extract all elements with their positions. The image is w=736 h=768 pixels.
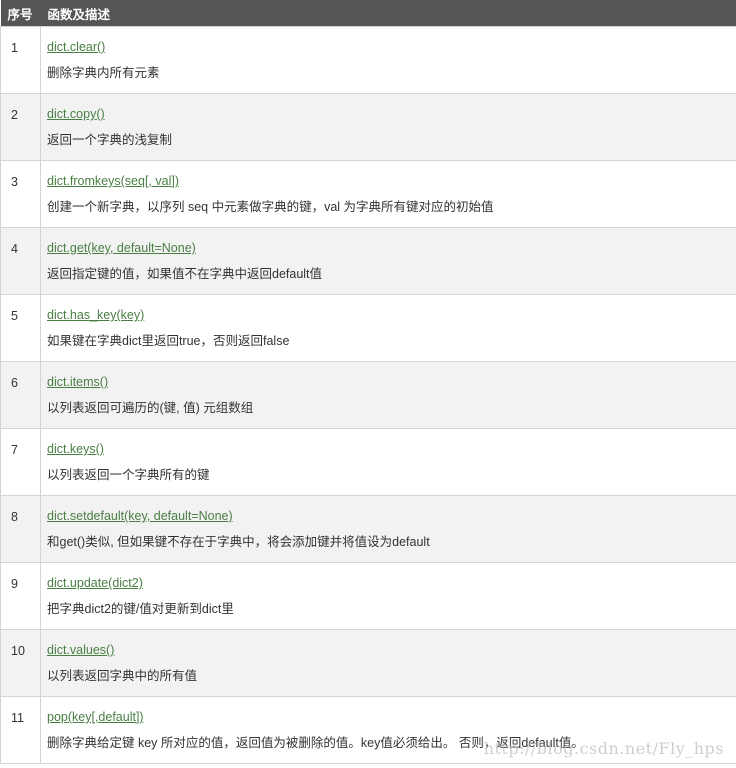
function-description: 把字典dict2的键/值对更新到dict里 <box>47 602 234 616</box>
row-content: dict.items() 以列表返回可遍历的(键, 值) 元组数组 <box>40 361 736 429</box>
function-link[interactable]: dict.items() <box>47 374 730 390</box>
function-link[interactable]: dict.get(key, default=None) <box>47 240 730 256</box>
header-function-description: 函数及描述 <box>40 0 736 27</box>
function-link[interactable]: dict.fromkeys(seq[, val]) <box>47 173 730 189</box>
row-content: dict.keys() 以列表返回一个字典所有的键 <box>40 428 736 496</box>
dict-methods-table: 序号 函数及描述 1 dict.clear() 删除字典内所有元素 2 dict.cop… <box>0 0 736 764</box>
function-link[interactable]: dict.values() <box>47 642 730 658</box>
function-description: 返回指定键的值，如果值不在字典中返回default值 <box>47 267 323 281</box>
row-index: 6 <box>0 361 41 429</box>
table-row: 6 dict.items() 以列表返回可遍历的(键, 值) 元组数组 <box>0 361 736 429</box>
row-index: 2 <box>0 93 41 161</box>
row-index: 7 <box>0 428 41 496</box>
row-index: 3 <box>0 160 41 228</box>
function-description: 删除字典内所有元素 <box>47 66 160 80</box>
row-index: 11 <box>0 696 41 764</box>
function-description: 如果键在字典dict里返回true，否则返回false <box>47 334 290 348</box>
row-content: dict.values() 以列表返回字典中的所有值 <box>40 629 736 697</box>
row-index: 5 <box>0 294 41 362</box>
function-description: 以列表返回可遍历的(键, 值) 元组数组 <box>47 401 254 415</box>
function-link[interactable]: dict.update(dict2) <box>47 575 730 591</box>
table-row: 3 dict.fromkeys(seq[, val]) 创建一个新字典，以序列 se… <box>0 160 736 228</box>
row-content: dict.get(key, default=None) 返回指定键的值，如果值不在… <box>40 227 736 295</box>
function-link[interactable]: dict.setdefault(key, default=None) <box>47 508 730 524</box>
table-row: 8 dict.setdefault(key, default=None) 和get(… <box>0 495 736 563</box>
row-index: 1 <box>0 26 41 94</box>
row-content: dict.update(dict2) 把字典dict2的键/值对更新到dict里 <box>40 562 736 630</box>
row-content: dict.setdefault(key, default=None) 和get()… <box>40 495 736 563</box>
table-row: 7 dict.keys() 以列表返回一个字典所有的键 <box>0 428 736 496</box>
function-description: 返回一个字典的浅复制 <box>47 133 173 147</box>
table-row: 5 dict.has_key(key) 如果键在字典dict里返回true，否则返回… <box>0 294 736 362</box>
table-row: 11 pop(key[,default]) 删除字典给定键 key 所对应的值，返回… <box>0 696 736 764</box>
table-row: 1 dict.clear() 删除字典内所有元素 <box>0 26 736 94</box>
function-description: 和get()类似, 但如果键不存在于字典中，将会添加键并将值设为default <box>47 535 430 549</box>
function-description: 以列表返回一个字典所有的键 <box>47 468 210 482</box>
table-row: 9 dict.update(dict2) 把字典dict2的键/值对更新到dict里 <box>0 562 736 630</box>
header-index: 序号 <box>0 0 41 27</box>
function-link[interactable]: dict.clear() <box>47 39 730 55</box>
table-header-row: 序号 函数及描述 <box>0 0 736 27</box>
function-link[interactable]: dict.keys() <box>47 441 730 457</box>
row-index: 4 <box>0 227 41 295</box>
table-row: 4 dict.get(key, default=None) 返回指定键的值，如果值不… <box>0 227 736 295</box>
function-link[interactable]: dict.has_key(key) <box>47 307 730 323</box>
row-content: dict.has_key(key) 如果键在字典dict里返回true，否则返回f… <box>40 294 736 362</box>
function-description: 以列表返回字典中的所有值 <box>47 669 198 683</box>
row-content: dict.copy() 返回一个字典的浅复制 <box>40 93 736 161</box>
row-index: 9 <box>0 562 41 630</box>
row-content: pop(key[,default]) 删除字典给定键 key 所对应的值，返回值为… <box>40 696 736 764</box>
function-description: 创建一个新字典，以序列 seq 中元素做字典的键，val 为字典所有键对应的初始… <box>47 200 494 214</box>
function-description: 删除字典给定键 key 所对应的值，返回值为被删除的值。key值必须给出。 否则… <box>47 736 584 750</box>
function-link[interactable]: dict.copy() <box>47 106 730 122</box>
table-row: 10 dict.values() 以列表返回字典中的所有值 <box>0 629 736 697</box>
row-index: 10 <box>0 629 41 697</box>
row-index: 8 <box>0 495 41 563</box>
table-row: 2 dict.copy() 返回一个字典的浅复制 <box>0 93 736 161</box>
function-link[interactable]: pop(key[,default]) <box>47 709 730 725</box>
row-content: dict.clear() 删除字典内所有元素 <box>40 26 736 94</box>
row-content: dict.fromkeys(seq[, val]) 创建一个新字典，以序列 seq… <box>40 160 736 228</box>
